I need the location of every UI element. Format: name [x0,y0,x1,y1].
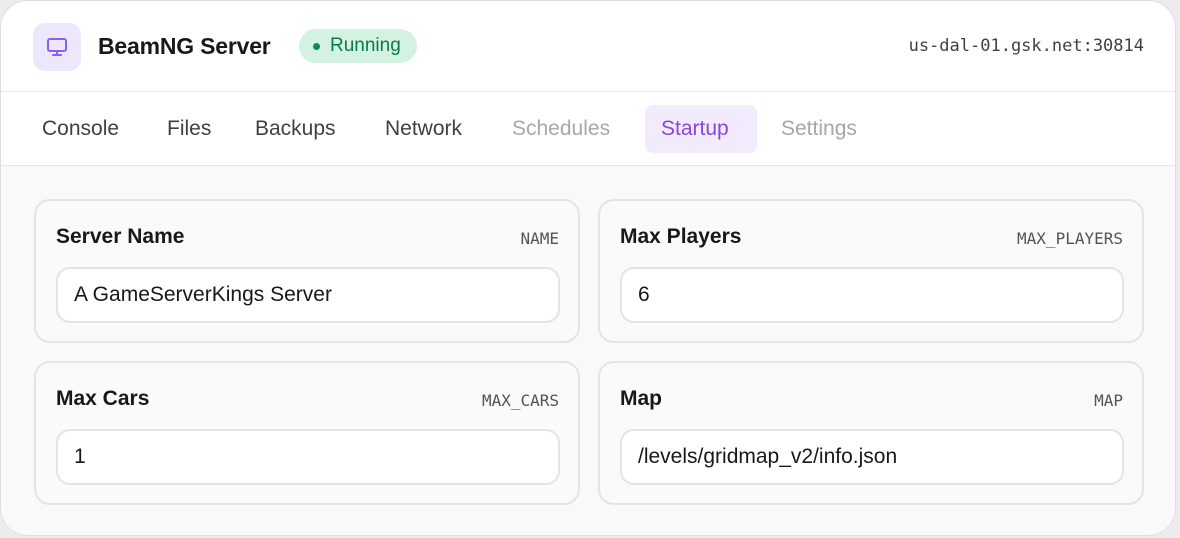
server-window: BeamNG Server Running us-dal-01.gsk.net:… [0,0,1176,536]
variable-label: Map [620,387,662,410]
variable-card-map: Map MAP /levels/gridmap_v2/info.json [598,361,1144,505]
tab-network[interactable]: Network [369,105,478,153]
variable-label: Max Players [620,225,742,248]
tab-bar: Console Files Backups Network Schedules … [1,92,1175,166]
server-title: BeamNG Server [98,33,271,59]
variable-env-name: MAP [1094,391,1123,410]
server-address[interactable]: us-dal-01.gsk.net:30814 [909,34,1144,58]
variable-card-max-cars: Max Cars MAX_CARS 1 [34,361,580,505]
tab-files[interactable]: Files [151,105,227,153]
variable-label: Max Cars [56,387,150,410]
server-header: BeamNG Server Running us-dal-01.gsk.net:… [1,1,1175,92]
server-name-input[interactable]: A GameServerKings Server [56,267,560,323]
status-dot-icon [313,42,320,50]
variable-env-name: MAX_CARS [481,391,559,410]
tab-startup[interactable]: Startup [645,105,757,153]
max-cars-input[interactable]: 1 [56,429,560,485]
status-badge: Running [299,29,417,63]
monitor-icon [33,23,81,71]
variable-label: Server Name [56,225,185,248]
variable-env-name: NAME [520,229,559,248]
tab-backups[interactable]: Backups [239,105,352,153]
variable-env-name: MAX_PLAYERS [1017,229,1123,248]
max-players-input[interactable]: 6 [620,267,1124,323]
tab-schedules[interactable]: Schedules [496,105,626,153]
status-label: Running [330,35,401,56]
variable-card-max-players: Max Players MAX_PLAYERS 6 [598,199,1144,343]
startup-variables: Server Name NAME A GameServerKings Serve… [1,166,1175,535]
tab-settings[interactable]: Settings [765,105,873,153]
tab-console[interactable]: Console [26,105,135,153]
variable-card-server-name: Server Name NAME A GameServerKings Serve… [34,199,580,343]
map-input[interactable]: /levels/gridmap_v2/info.json [620,429,1124,485]
